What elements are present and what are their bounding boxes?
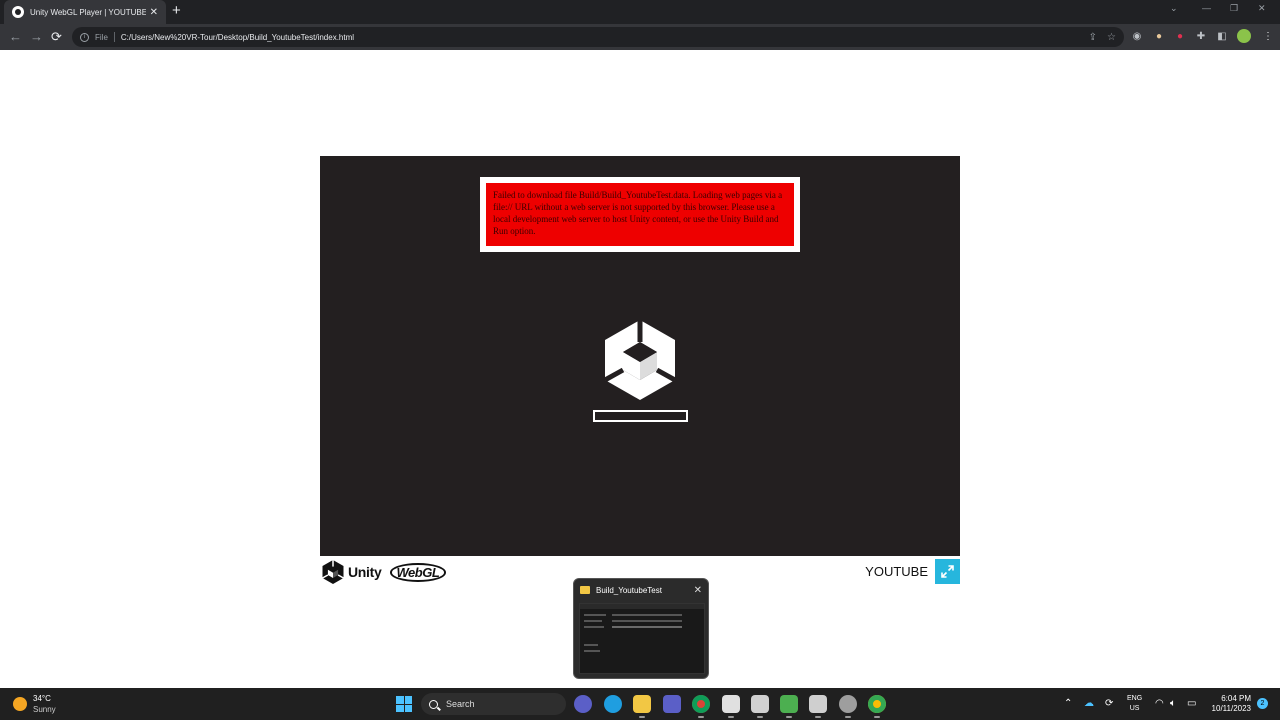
camera-extension-icon[interactable]: ◉ bbox=[1131, 30, 1143, 42]
volume-icon[interactable]: 🔈︎ bbox=[1170, 698, 1176, 709]
restore-icon[interactable]: ❐ bbox=[1230, 3, 1238, 14]
weather-temperature[interactable]: 34°C bbox=[33, 694, 51, 703]
clock-date: 10/11/2023 bbox=[1211, 704, 1251, 713]
share-icon[interactable]: ⇪ bbox=[1089, 32, 1097, 43]
taskbar-window-preview[interactable]: Build_YoutubeTest ✕ bbox=[573, 578, 709, 679]
unity-logo-icon bbox=[322, 560, 344, 584]
unity-canvas[interactable]: Failed to download file Build/Build_Yout… bbox=[320, 156, 960, 556]
file-explorer-icon[interactable] bbox=[633, 695, 651, 718]
search-icon bbox=[429, 699, 438, 709]
folder-icon bbox=[580, 586, 590, 594]
start-button[interactable] bbox=[396, 696, 412, 712]
preview-title: Build_YoutubeTest bbox=[596, 585, 662, 595]
chevron-down-icon[interactable]: ⌄ bbox=[1170, 3, 1178, 14]
preview-thumbnail[interactable] bbox=[579, 603, 705, 674]
chrome-profile-icon[interactable] bbox=[868, 695, 886, 718]
unity-webgl-logo: Unity WebGL bbox=[322, 560, 447, 584]
preview-close-icon[interactable]: ✕ bbox=[694, 585, 702, 596]
menu-kebab-icon[interactable]: ⋮ bbox=[1262, 30, 1274, 42]
taskbar-search[interactable]: Search bbox=[421, 693, 566, 715]
unity-hub-icon[interactable] bbox=[722, 695, 740, 718]
chrome-icon[interactable] bbox=[692, 695, 710, 718]
wifi-icon[interactable]: ◠ bbox=[1155, 698, 1164, 709]
edge-icon[interactable] bbox=[604, 695, 622, 713]
side-panel-icon[interactable]: ◧ bbox=[1216, 30, 1228, 42]
new-tab-button[interactable]: + bbox=[172, 2, 181, 20]
url-text[interactable]: C:/Users/New%20VR-Tour/Desktop/Build_You… bbox=[121, 33, 354, 42]
unity-editor-icon[interactable] bbox=[751, 695, 769, 718]
tab-title: Unity WebGL Player | YOUTUBE bbox=[30, 7, 146, 17]
build-title: YOUTUBE bbox=[865, 564, 928, 579]
back-button[interactable]: ← bbox=[9, 29, 22, 45]
tab-close-icon[interactable]: ✕ bbox=[150, 7, 158, 18]
info-icon[interactable]: i bbox=[80, 32, 89, 42]
obs-icon[interactable] bbox=[839, 695, 857, 718]
separator bbox=[113, 32, 115, 42]
warning-message: Failed to download file Build/Build_Yout… bbox=[486, 183, 794, 246]
minimize-icon[interactable]: — bbox=[1202, 3, 1211, 13]
puzzle-extensions-icon[interactable]: ✚ bbox=[1195, 30, 1207, 42]
teams-chat-icon[interactable] bbox=[574, 695, 592, 713]
forward-button[interactable]: → bbox=[30, 29, 43, 45]
battery-icon[interactable]: ▭ bbox=[1187, 698, 1196, 709]
clock-time: 6:04 PM bbox=[1221, 694, 1251, 703]
weather-condition[interactable]: Sunny bbox=[33, 705, 56, 714]
close-window-icon[interactable]: ✕ bbox=[1258, 3, 1266, 14]
unity-cube-icon bbox=[605, 320, 675, 400]
fullscreen-button[interactable] bbox=[935, 559, 960, 584]
input-language[interactable]: ENG US bbox=[1127, 694, 1142, 714]
system-clock[interactable]: 6:04 PM 10/11/2023 bbox=[1205, 694, 1251, 714]
windows-taskbar: 34°C Sunny Search ⌃ ☁ ⟳ ENG US ◠ 🔈︎ ▭ 6:… bbox=[0, 688, 1280, 720]
bookmark-star-icon[interactable]: ☆ bbox=[1107, 32, 1116, 43]
unity-favicon-icon bbox=[12, 6, 24, 18]
extension-icon[interactable]: ● bbox=[1153, 30, 1165, 42]
language-code: ENG bbox=[1127, 695, 1143, 702]
unity-wordmark: Unity bbox=[348, 564, 382, 580]
webgl-wordmark: WebGL bbox=[389, 562, 447, 582]
search-label: Search bbox=[446, 699, 475, 709]
chevron-up-icon[interactable]: ⌃ bbox=[1064, 698, 1072, 709]
reload-button[interactable]: ⟳ bbox=[51, 29, 62, 45]
expand-icon bbox=[941, 565, 954, 578]
region-code: US bbox=[1129, 705, 1140, 712]
unity-icon[interactable] bbox=[809, 695, 827, 718]
teams-icon[interactable] bbox=[663, 695, 681, 713]
warning-banner: Failed to download file Build/Build_Yout… bbox=[480, 177, 800, 252]
sun-icon[interactable] bbox=[13, 697, 27, 711]
browser-toolbar: ← → ⟳ i File C:/Users/New%20VR-Tour/Desk… bbox=[0, 24, 1280, 50]
profile-avatar[interactable] bbox=[1237, 29, 1251, 43]
tab-strip: Unity WebGL Player | YOUTUBE ✕ + ⌄ — ❐ ✕ bbox=[0, 0, 1280, 24]
file-scheme-label: File bbox=[95, 32, 108, 42]
notification-badge[interactable]: 2 bbox=[1257, 698, 1268, 709]
browser-tab[interactable]: Unity WebGL Player | YOUTUBE ✕ bbox=[4, 0, 166, 24]
loading-progress-bar bbox=[593, 410, 688, 422]
onedrive-icon[interactable]: ☁ bbox=[1084, 698, 1094, 709]
notepad-plus-icon[interactable] bbox=[780, 695, 798, 718]
record-extension-icon[interactable]: ● bbox=[1174, 30, 1186, 42]
sync-icon[interactable]: ⟳ bbox=[1105, 698, 1113, 709]
address-bar[interactable]: i File C:/Users/New%20VR-Tour/Desktop/Bu… bbox=[72, 27, 1124, 47]
